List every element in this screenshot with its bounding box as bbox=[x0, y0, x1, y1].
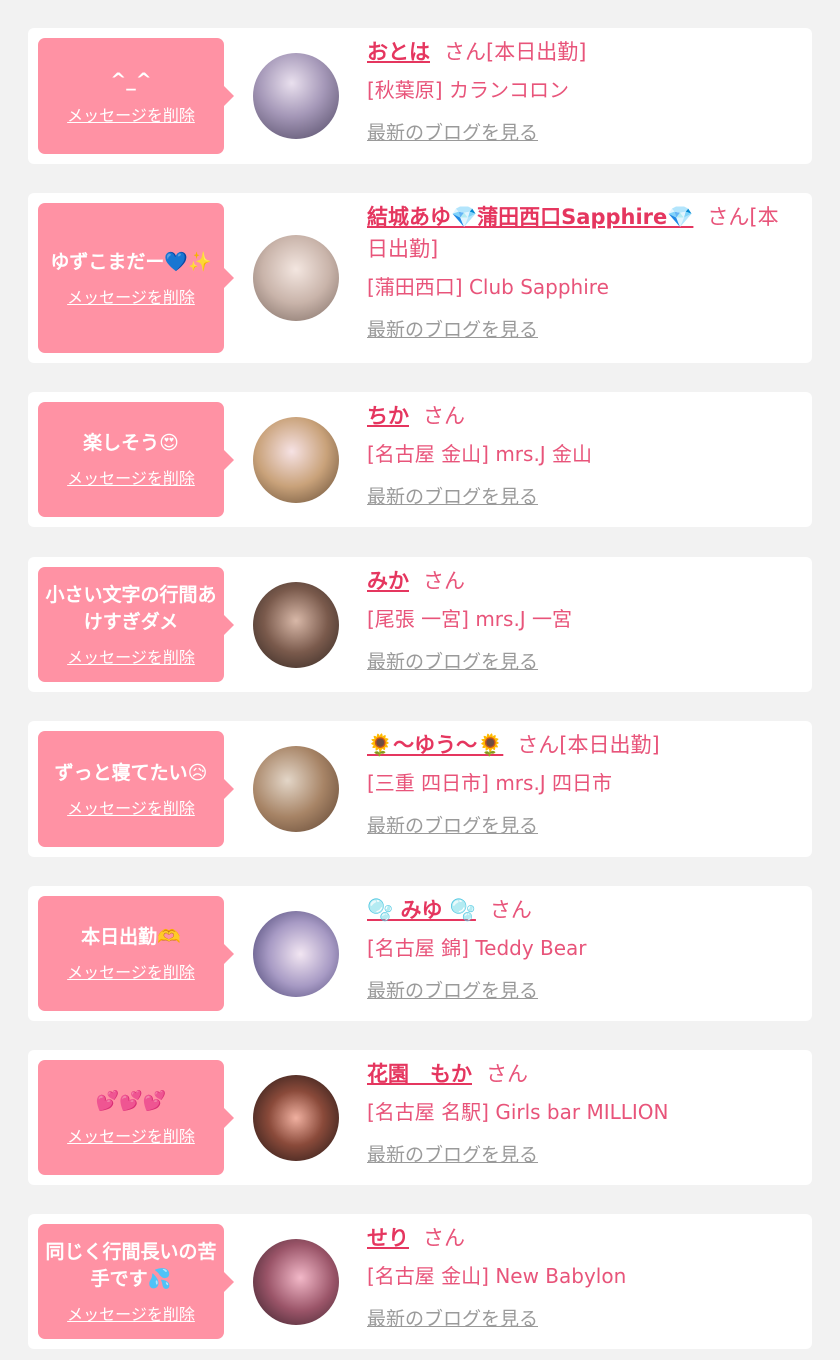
delete-message-link[interactable]: メッセージを削除 bbox=[67, 465, 195, 489]
delete-message-link[interactable]: メッセージを削除 bbox=[67, 959, 195, 983]
latest-blog-link[interactable]: 最新のブログを見る bbox=[367, 647, 538, 674]
message-text: ずっと寝てたい😥 bbox=[54, 761, 208, 784]
latest-blog-link[interactable]: 最新のブログを見る bbox=[367, 1304, 538, 1331]
cast-info: 🌻〜ゆう〜🌻 さん[本日出勤] [三重 四日市] mrs.J 四日市 最新のブログ… bbox=[367, 729, 794, 838]
message-card: 同じく行間長いの苦手です💦 メッセージを削除 せり さん [名古屋 金山] New… bbox=[28, 1214, 812, 1349]
cast-info: おとは さん[本日出勤] [秋葉原] カランコロン 最新のブログを見る bbox=[367, 36, 794, 145]
honorific-label: さん bbox=[486, 1062, 528, 1086]
message-bubble: ^_^ メッセージを削除 bbox=[38, 38, 234, 154]
message-text: ゆずこまだー💙✨ bbox=[50, 250, 212, 273]
message-card: 本日出勤🫶 メッセージを削除 🫧 みゆ 🫧 さん [名古屋 錦] Teddy Be… bbox=[28, 886, 812, 1021]
shop-label: [秋葉原] カランコロン bbox=[367, 78, 569, 102]
message-card: 💕💕💕 メッセージを削除 花園 もか さん [名古屋 名駅] Girls bar … bbox=[28, 1050, 812, 1185]
cast-info: みか さん [尾張 一宮] mrs.J 一宮 最新のブログを見る bbox=[367, 565, 794, 674]
message-card: ^_^ メッセージを削除 おとは さん[本日出勤] [秋葉原] カランコロン 最新… bbox=[28, 28, 812, 164]
shop-label: [名古屋 金山] New Babylon bbox=[367, 1264, 627, 1288]
message-text: ^_^ bbox=[110, 68, 152, 91]
cast-info: 🫧 みゆ 🫧 さん [名古屋 錦] Teddy Bear 最新のブログを見る bbox=[367, 894, 794, 1003]
cast-info: 結城あゆ💎蒲田西口Sapphire💎 さん[本日出勤] [蒲田西口] Club S… bbox=[367, 201, 794, 342]
honorific-label: さん[本日出勤] bbox=[517, 733, 660, 757]
cast-info: せり さん [名古屋 金山] New Babylon 最新のブログを見る bbox=[367, 1222, 794, 1331]
cast-name-link[interactable]: おとは bbox=[367, 40, 430, 64]
shop-label: [三重 四日市] mrs.J 四日市 bbox=[367, 771, 613, 795]
name-line: おとは さん[本日出勤] bbox=[367, 36, 794, 68]
message-card: 小さい文字の行間あけすぎダメ メッセージを削除 みか さん [尾張 一宮] mrs… bbox=[28, 557, 812, 692]
message-bubble: 小さい文字の行間あけすぎダメ メッセージを削除 bbox=[38, 567, 234, 682]
shop-label: [名古屋 錦] Teddy Bear bbox=[367, 936, 587, 960]
cast-name-link[interactable]: せり bbox=[367, 1226, 409, 1250]
honorific-label: さん[本日出勤] bbox=[444, 40, 587, 64]
message-bubble: 本日出勤🫶 メッセージを削除 bbox=[38, 896, 234, 1011]
message-text: 楽しそう😍 bbox=[83, 432, 179, 454]
avatar[interactable] bbox=[253, 53, 339, 139]
message-list: ^_^ メッセージを削除 おとは さん[本日出勤] [秋葉原] カランコロン 最新… bbox=[0, 0, 840, 1360]
cast-info: ちか さん [名古屋 金山] mrs.J 金山 最新のブログを見る bbox=[367, 400, 794, 509]
message-bubble: 同じく行間長いの苦手です💦 メッセージを削除 bbox=[38, 1224, 234, 1339]
honorific-label: さん bbox=[489, 898, 532, 922]
message-bubble: ゆずこまだー💙✨ メッセージを削除 bbox=[38, 203, 234, 353]
latest-blog-link[interactable]: 最新のブログを見る bbox=[367, 315, 538, 342]
honorific-label: さん bbox=[423, 569, 465, 593]
avatar[interactable] bbox=[253, 1075, 339, 1161]
cast-info: 花園 もか さん [名古屋 名駅] Girls bar MILLION 最新のブロ… bbox=[367, 1058, 794, 1167]
message-text: 本日出勤🫶 bbox=[81, 926, 181, 948]
latest-blog-link[interactable]: 最新のブログを見る bbox=[367, 118, 538, 145]
message-card: ずっと寝てたい😥 メッセージを削除 🌻〜ゆう〜🌻 さん[本日出勤] [三重 四日市… bbox=[28, 721, 812, 857]
latest-blog-link[interactable]: 最新のブログを見る bbox=[367, 1140, 538, 1167]
name-line: みか さん bbox=[367, 565, 794, 597]
delete-message-link[interactable]: メッセージを削除 bbox=[67, 284, 195, 308]
latest-blog-link[interactable]: 最新のブログを見る bbox=[367, 811, 538, 838]
avatar[interactable] bbox=[253, 235, 339, 321]
message-text: 小さい文字の行間あけすぎダメ bbox=[45, 583, 217, 633]
latest-blog-link[interactable]: 最新のブログを見る bbox=[367, 482, 538, 509]
avatar[interactable] bbox=[253, 582, 339, 668]
honorific-label: さん bbox=[423, 404, 465, 428]
cast-name-link[interactable]: みか bbox=[367, 569, 409, 593]
delete-message-link[interactable]: メッセージを削除 bbox=[67, 1301, 195, 1325]
shop-label: [尾張 一宮] mrs.J 一宮 bbox=[367, 607, 573, 631]
cast-name-link[interactable]: 結城あゆ💎蒲田西口Sapphire💎 bbox=[367, 205, 693, 229]
delete-message-link[interactable]: メッセージを削除 bbox=[67, 1123, 195, 1147]
avatar[interactable] bbox=[253, 746, 339, 832]
message-bubble: ずっと寝てたい😥 メッセージを削除 bbox=[38, 731, 234, 847]
latest-blog-link[interactable]: 最新のブログを見る bbox=[367, 976, 538, 1003]
name-line: 🌻〜ゆう〜🌻 さん[本日出勤] bbox=[367, 729, 794, 761]
message-bubble: 楽しそう😍 メッセージを削除 bbox=[38, 402, 234, 517]
avatar[interactable] bbox=[253, 911, 339, 997]
message-text: 同じく行間長いの苦手です💦 bbox=[45, 1240, 217, 1290]
message-bubble: 💕💕💕 メッセージを削除 bbox=[38, 1060, 234, 1175]
honorific-label: さん bbox=[423, 1226, 465, 1250]
message-text: 💕💕💕 bbox=[95, 1090, 167, 1112]
cast-name-link[interactable]: ちか bbox=[367, 404, 409, 428]
cast-name-link[interactable]: 🫧 みゆ 🫧 bbox=[367, 898, 476, 922]
shop-label: [名古屋 名駅] Girls bar MILLION bbox=[367, 1100, 669, 1124]
name-line: 🫧 みゆ 🫧 さん bbox=[367, 894, 794, 926]
name-line: 結城あゆ💎蒲田西口Sapphire💎 さん[本日出勤] bbox=[367, 201, 794, 265]
avatar[interactable] bbox=[253, 1239, 339, 1325]
message-card: 楽しそう😍 メッセージを削除 ちか さん [名古屋 金山] mrs.J 金山 最新… bbox=[28, 392, 812, 527]
shop-label: [名古屋 金山] mrs.J 金山 bbox=[367, 442, 593, 466]
name-line: せり さん bbox=[367, 1222, 794, 1254]
message-card: ゆずこまだー💙✨ メッセージを削除 結城あゆ💎蒲田西口Sapphire💎 さん[本… bbox=[28, 193, 812, 363]
delete-message-link[interactable]: メッセージを削除 bbox=[67, 795, 195, 819]
cast-name-link[interactable]: 🌻〜ゆう〜🌻 bbox=[367, 733, 503, 757]
delete-message-link[interactable]: メッセージを削除 bbox=[67, 644, 195, 668]
avatar[interactable] bbox=[253, 417, 339, 503]
name-line: 花園 もか さん bbox=[367, 1058, 794, 1090]
cast-name-link[interactable]: 花園 もか bbox=[367, 1062, 472, 1086]
shop-label: [蒲田西口] Club Sapphire bbox=[367, 275, 609, 299]
name-line: ちか さん bbox=[367, 400, 794, 432]
delete-message-link[interactable]: メッセージを削除 bbox=[67, 102, 195, 126]
